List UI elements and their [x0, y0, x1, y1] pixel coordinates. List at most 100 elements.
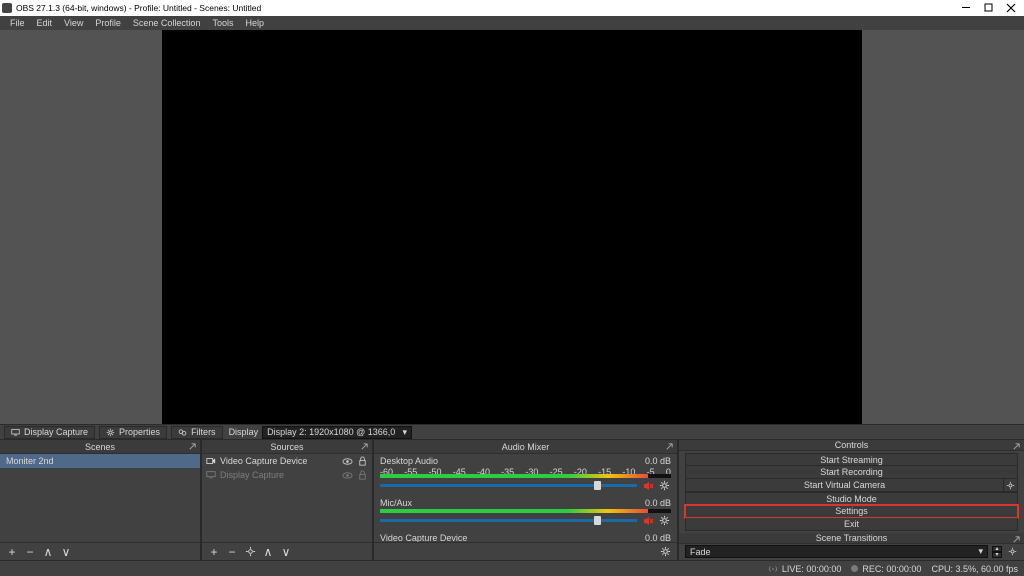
virtual-camera-settings-button[interactable] — [1004, 479, 1018, 492]
channel-settings-button[interactable] — [658, 514, 671, 527]
controls-header[interactable]: Controls — [679, 440, 1024, 451]
mute-button[interactable] — [641, 479, 654, 492]
undock-icon[interactable] — [1012, 535, 1021, 544]
visibility-toggle[interactable] — [342, 456, 353, 467]
start-virtual-camera-button[interactable]: Start Virtual Camera — [685, 479, 1004, 492]
menu-tools[interactable]: Tools — [206, 16, 239, 30]
mixer-header[interactable]: Audio Mixer — [374, 440, 677, 454]
undock-icon[interactable] — [360, 442, 369, 451]
right-column: Controls Start Streaming Start Recording… — [679, 440, 1024, 560]
menubar: File Edit View Profile Scene Collection … — [0, 16, 1024, 30]
window-minimize-button[interactable] — [956, 1, 978, 15]
scenes-panel: Scenes Moniter 2nd + − ∧ ∨ — [0, 440, 200, 560]
mixer-channel-db: 0.0 dB — [645, 456, 671, 466]
menu-scene-collection[interactable]: Scene Collection — [127, 16, 207, 30]
source-context-bar: Display Capture Properties Filters Displ… — [0, 424, 1024, 440]
menu-file[interactable]: File — [4, 16, 31, 30]
studio-mode-button[interactable]: Studio Mode — [685, 492, 1018, 505]
volume-slider[interactable] — [380, 484, 637, 487]
transition-value: Fade — [690, 547, 711, 557]
transition-spin[interactable]: ▴▾ — [992, 546, 1002, 558]
source-item[interactable]: Video Capture Device — [202, 454, 372, 468]
menu-edit[interactable]: Edit — [31, 16, 59, 30]
mixer-channel-db: 0.0 dB — [645, 498, 671, 508]
window-close-button[interactable] — [1000, 1, 1022, 15]
source-properties-button[interactable] — [244, 546, 256, 558]
gear-icon — [106, 428, 115, 437]
filter-icon — [178, 428, 187, 437]
source-item-label: Display Capture — [220, 470, 338, 480]
start-streaming-button[interactable]: Start Streaming — [685, 453, 1018, 466]
add-scene-button[interactable]: + — [6, 546, 18, 558]
mixer-title: Audio Mixer — [502, 442, 550, 452]
mixer-channel: Video Capture Device 0.0 dB — [374, 531, 677, 542]
dock-panels: Scenes Moniter 2nd + − ∧ ∨ Sources Video… — [0, 440, 1024, 560]
mixer-channel-db: 0.0 dB — [645, 533, 671, 542]
undock-icon[interactable] — [1012, 442, 1021, 451]
channel-settings-button[interactable] — [658, 479, 671, 492]
remove-scene-button[interactable]: − — [24, 546, 36, 558]
mixer-channel: Desktop Audio0.0 dB -60-55-50-45-40-35-3… — [374, 454, 677, 496]
monitor-icon — [11, 428, 20, 437]
source-down-button[interactable]: ∨ — [280, 546, 292, 558]
source-up-button[interactable]: ∧ — [262, 546, 274, 558]
scenes-list[interactable]: Moniter 2nd — [0, 454, 200, 542]
visibility-toggle[interactable] — [342, 470, 353, 481]
audio-mixer-panel: Audio Mixer Desktop Audio0.0 dB -60-55-5… — [374, 440, 677, 560]
settings-button[interactable]: Settings — [685, 505, 1018, 518]
status-rec: REC: 00:00:00 — [851, 564, 921, 574]
chevron-down-icon: ▾ — [403, 427, 408, 438]
menu-view[interactable]: View — [58, 16, 89, 30]
display-select[interactable]: Display 2: 1920x1080 @ 1366,0 ▾ — [262, 426, 412, 439]
undock-icon[interactable] — [665, 442, 674, 451]
transition-properties-button[interactable] — [1006, 546, 1018, 558]
sources-title: Sources — [270, 442, 303, 452]
mute-button[interactable] — [641, 514, 654, 527]
status-live: LIVE: 00:00:00 — [768, 564, 842, 574]
window-maximize-button[interactable] — [978, 1, 1000, 15]
remove-source-button[interactable]: − — [226, 546, 238, 558]
mixer-channel: Mic/Aux0.0 dB — [374, 496, 677, 531]
scene-up-button[interactable]: ∧ — [42, 546, 54, 558]
volume-slider[interactable] — [380, 519, 637, 522]
lock-toggle[interactable] — [357, 456, 368, 467]
preview-canvas[interactable] — [162, 30, 862, 424]
add-source-button[interactable]: + — [208, 546, 220, 558]
scenes-toolbar: + − ∧ ∨ — [0, 542, 200, 560]
transition-select-row: Fade ▾ ▴▾ — [679, 544, 1024, 559]
filters-button[interactable]: Filters — [171, 426, 223, 439]
mixer-channel-name: Desktop Audio — [380, 456, 438, 466]
scene-item[interactable]: Moniter 2nd — [0, 454, 200, 468]
scenes-header[interactable]: Scenes — [0, 440, 200, 454]
camera-icon — [206, 456, 216, 466]
sources-list[interactable]: Video Capture Device Display Capture — [202, 454, 372, 542]
status-rec-text: REC: 00:00:00 — [862, 564, 921, 574]
menu-help[interactable]: Help — [239, 16, 270, 30]
source-item[interactable]: Display Capture — [202, 468, 372, 482]
transition-select[interactable]: Fade ▾ — [685, 545, 988, 558]
source-item-label: Video Capture Device — [220, 456, 338, 466]
status-live-text: LIVE: 00:00:00 — [782, 564, 842, 574]
start-recording-button[interactable]: Start Recording — [685, 466, 1018, 479]
mixer-toolbar — [374, 542, 677, 560]
context-source-chip[interactable]: Display Capture — [4, 426, 95, 439]
sources-header[interactable]: Sources — [202, 440, 372, 454]
mixer-settings-button[interactable] — [659, 546, 671, 558]
mixer-body: Desktop Audio0.0 dB -60-55-50-45-40-35-3… — [374, 454, 677, 542]
preview-area — [0, 30, 1024, 424]
undock-icon[interactable] — [188, 442, 197, 451]
transitions-header[interactable]: Scene Transitions — [679, 533, 1024, 544]
mixer-meter — [380, 509, 671, 513]
sources-toolbar: + − ∧ ∨ — [202, 542, 372, 560]
scene-down-button[interactable]: ∨ — [60, 546, 72, 558]
chevron-down-icon: ▾ — [978, 546, 983, 557]
window-title: OBS 27.1.3 (64-bit, windows) - Profile: … — [16, 3, 956, 13]
lock-toggle[interactable] — [357, 470, 368, 481]
menu-profile[interactable]: Profile — [89, 16, 127, 30]
exit-button[interactable]: Exit — [685, 518, 1018, 531]
controls-body: Start Streaming Start Recording Start Vi… — [679, 451, 1024, 531]
mixer-channel-name: Video Capture Device — [380, 533, 467, 542]
properties-button[interactable]: Properties — [99, 426, 167, 439]
status-cpu: CPU: 3.5%, 60.00 fps — [931, 564, 1018, 574]
display-value: Display 2: 1920x1080 @ 1366,0 — [267, 427, 395, 437]
